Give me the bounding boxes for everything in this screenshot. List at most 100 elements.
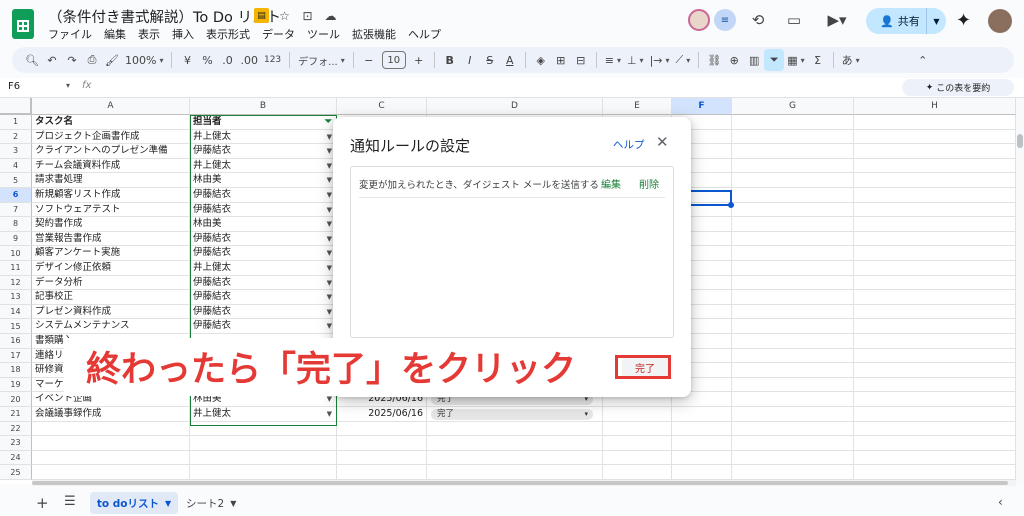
task-cell[interactable]: データ分析 xyxy=(32,275,190,291)
row-header-12[interactable]: 12 xyxy=(0,275,32,291)
vertical-scroll-thumb[interactable] xyxy=(1017,134,1023,148)
row-header-4[interactable]: 4 xyxy=(0,158,32,174)
cell[interactable] xyxy=(854,275,1016,291)
text-wrap-icon[interactable]: |→ xyxy=(647,49,673,71)
assignee-cell[interactable]: 林由美 ▼ xyxy=(190,173,337,188)
cell[interactable] xyxy=(672,465,732,480)
assignee-cell[interactable]: 伊藤結衣 ▼ xyxy=(190,144,337,159)
column-header-a[interactable]: A xyxy=(32,98,190,115)
row-header-13[interactable]: 13 xyxy=(0,290,32,305)
dropdown-arrow-icon[interactable]: ▼ xyxy=(327,217,332,231)
horizontal-scroll-thumb[interactable] xyxy=(32,481,1008,485)
insert-chart-icon[interactable]: ▥ xyxy=(744,49,764,71)
row-header-14[interactable]: 14 xyxy=(0,304,32,320)
assignee-cell[interactable]: 伊藤結衣 ▼ xyxy=(190,188,337,203)
cell[interactable] xyxy=(337,436,427,451)
merge-cells-icon[interactable]: ⊟ xyxy=(571,49,591,71)
column-header-e[interactable]: E xyxy=(603,98,672,115)
cell[interactable] xyxy=(854,231,1016,247)
cell[interactable] xyxy=(427,450,603,466)
cell[interactable] xyxy=(854,465,1016,480)
row-header-15[interactable]: 15 xyxy=(0,319,32,334)
font-size-decrease-icon[interactable]: − xyxy=(359,49,379,71)
edit-rule-link[interactable]: 編集 xyxy=(601,176,621,191)
cell[interactable] xyxy=(732,158,854,174)
cell[interactable] xyxy=(337,465,427,480)
cell[interactable] xyxy=(854,217,1016,232)
cell[interactable] xyxy=(732,246,854,261)
cell[interactable] xyxy=(854,158,1016,174)
sheets-logo-icon[interactable] xyxy=(12,9,34,39)
status-chip[interactable]: 完了 xyxy=(431,409,593,420)
task-cell[interactable]: デザイン修正依頼 xyxy=(32,261,190,276)
cell[interactable] xyxy=(732,363,854,378)
percent-format-button[interactable]: % xyxy=(197,49,217,71)
cell[interactable] xyxy=(732,450,854,466)
cell[interactable] xyxy=(732,217,854,232)
dropdown-arrow-icon[interactable]: ▼ xyxy=(327,305,332,319)
column-header-g[interactable]: G xyxy=(732,98,854,115)
row-header-1[interactable]: 1 xyxy=(0,115,32,130)
cell[interactable] xyxy=(672,421,732,437)
dropdown-arrow-icon[interactable]: ▼ xyxy=(327,246,332,260)
cell[interactable] xyxy=(854,246,1016,261)
cell[interactable] xyxy=(672,407,732,422)
column-header-d[interactable]: D xyxy=(427,98,603,115)
decrease-decimal-button[interactable]: .0 xyxy=(217,49,237,71)
header-cell-task[interactable]: タスク名 xyxy=(32,115,190,130)
filter-views-icon[interactable]: ▦ xyxy=(784,49,807,71)
dropdown-arrow-icon[interactable]: ▼ xyxy=(327,203,332,217)
cell[interactable] xyxy=(732,173,854,188)
zoom-select[interactable]: 100% xyxy=(122,49,166,71)
cell[interactable] xyxy=(337,421,427,437)
cell[interactable] xyxy=(190,436,337,451)
row-header-23[interactable]: 23 xyxy=(0,436,32,451)
task-cell[interactable]: 営業報告書作成 xyxy=(32,231,190,247)
horizontal-scrollbar[interactable] xyxy=(32,480,1016,486)
menu-view[interactable]: 表示 xyxy=(138,26,160,42)
cell[interactable] xyxy=(732,188,854,203)
cell[interactable] xyxy=(854,173,1016,188)
dropdown-arrow-icon[interactable]: ▼ xyxy=(327,407,332,421)
task-cell[interactable]: 新規顧客リスト作成 xyxy=(32,188,190,203)
insert-link-icon[interactable]: ⛓︎ xyxy=(704,49,724,71)
cell[interactable] xyxy=(337,450,427,466)
label-icon[interactable]: ▤ xyxy=(254,8,269,23)
collapse-toolbar-icon[interactable]: ⌃ xyxy=(913,49,933,71)
add-sheet-icon[interactable]: + xyxy=(36,494,49,512)
cell[interactable] xyxy=(732,334,854,349)
date-cell[interactable]: 2025/06/16 xyxy=(337,407,427,422)
row-header-21[interactable]: 21 xyxy=(0,407,32,422)
cell[interactable] xyxy=(854,407,1016,422)
row-header-8[interactable]: 8 xyxy=(0,217,32,232)
font-size-increase-icon[interactable]: + xyxy=(409,49,429,71)
move-folder-icon[interactable]: ⊡ xyxy=(300,8,315,23)
currency-format-button[interactable]: ¥ xyxy=(177,49,197,71)
menu-data[interactable]: データ xyxy=(262,26,295,42)
share-button[interactable]: 👤 共有 ▼ xyxy=(866,8,946,34)
row-header-18[interactable]: 18 xyxy=(0,363,32,378)
dropdown-arrow-icon[interactable]: ▼ xyxy=(327,130,332,144)
assignee-cell[interactable]: 林由美 ▼ xyxy=(190,217,337,232)
cell[interactable] xyxy=(732,144,854,159)
gemini-icon[interactable]: ✦ xyxy=(956,10,971,31)
help-link[interactable]: ヘルプ xyxy=(613,137,645,152)
cell[interactable] xyxy=(732,407,854,422)
cell[interactable] xyxy=(854,450,1016,466)
assignee-cell[interactable]: 井上健太 ▼ xyxy=(190,158,337,174)
cell[interactable] xyxy=(603,436,672,451)
column-header-c[interactable]: C xyxy=(337,98,427,115)
cell[interactable] xyxy=(854,319,1016,334)
dropdown-arrow-icon[interactable]: ▼ xyxy=(327,276,332,290)
row-header-17[interactable]: 17 xyxy=(0,348,32,364)
status-cell[interactable]: 完了 xyxy=(427,407,603,422)
history-icon[interactable]: ⟲ xyxy=(748,10,768,30)
insert-comment-icon[interactable]: ⊕ xyxy=(724,49,744,71)
cell[interactable] xyxy=(732,304,854,320)
column-header-f[interactable]: F xyxy=(672,98,732,115)
cell[interactable] xyxy=(732,115,854,130)
sheet-tab-2[interactable]: シート2 ▼ xyxy=(186,492,236,514)
cell[interactable] xyxy=(732,392,854,407)
row-header-16[interactable]: 16 xyxy=(0,334,32,349)
bold-button[interactable]: B xyxy=(440,49,460,71)
